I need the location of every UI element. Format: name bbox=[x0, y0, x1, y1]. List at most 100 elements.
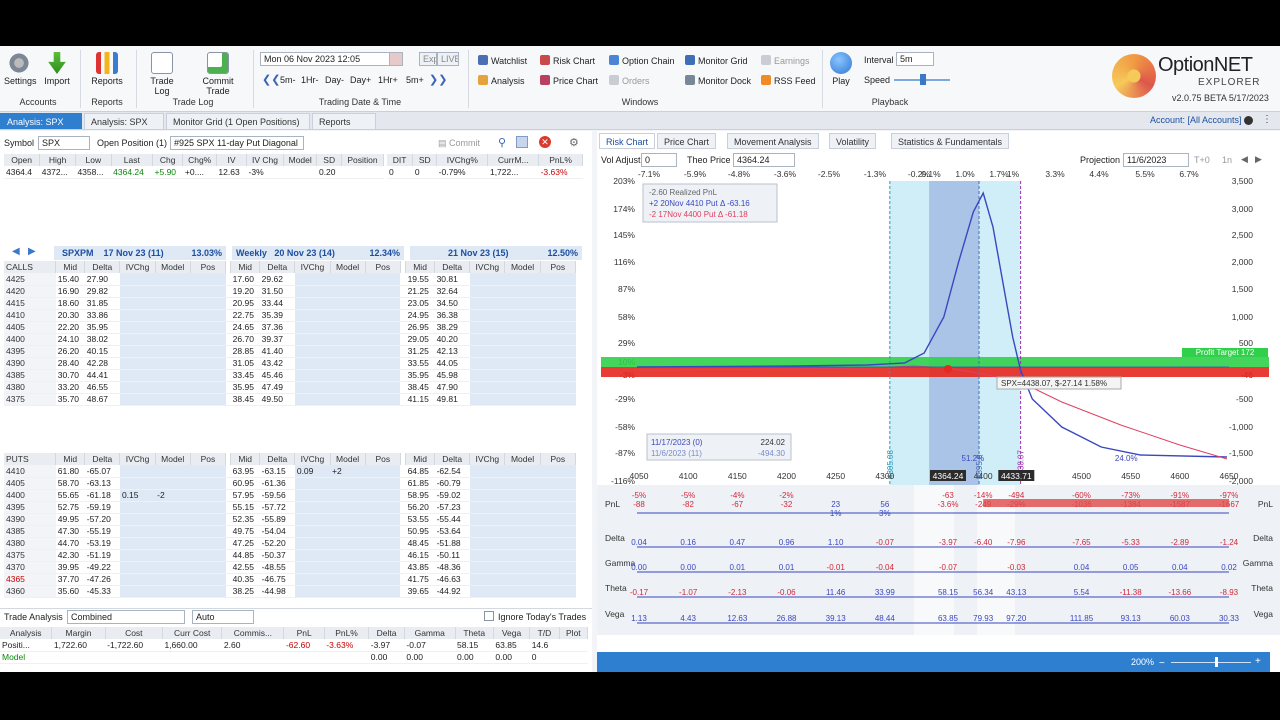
expiry-2-header[interactable]: Weekly 20 Nov 23 (14) 12.34% bbox=[232, 246, 404, 260]
option-cell[interactable]: 31.50 bbox=[259, 285, 295, 298]
option-cell[interactable]: 35.95 bbox=[405, 369, 435, 382]
option-cell[interactable] bbox=[155, 477, 191, 490]
option-cell[interactable]: -61.18 bbox=[84, 489, 120, 502]
option-cell[interactable]: -44.98 bbox=[259, 585, 295, 598]
option-row[interactable]: 4385 30.70 44.41 33.45 45.46 35.95 45.98 bbox=[4, 369, 576, 382]
column-header[interactable]: Pos bbox=[365, 453, 401, 465]
column-header[interactable]: IVChg bbox=[294, 261, 331, 273]
option-cell[interactable]: 31.25 bbox=[405, 345, 435, 358]
ignore-today-checkbox[interactable] bbox=[484, 611, 494, 621]
option-row[interactable]: 4415 18.60 31.85 20.95 33.44 23.05 34.50 bbox=[4, 297, 576, 310]
option-cell[interactable] bbox=[540, 369, 576, 382]
option-cell[interactable]: 31.85 bbox=[84, 297, 120, 310]
tab-volatility[interactable]: Volatility bbox=[829, 133, 877, 149]
option-cell[interactable] bbox=[540, 393, 576, 406]
option-cell[interactable] bbox=[119, 393, 156, 406]
option-cell[interactable]: 29.62 bbox=[259, 273, 295, 286]
option-cell[interactable] bbox=[504, 321, 541, 334]
option-cell[interactable]: 55.65 bbox=[55, 489, 85, 502]
option-cell[interactable]: 56.20 bbox=[405, 501, 435, 514]
option-cell[interactable] bbox=[330, 357, 366, 370]
zoom-slider[interactable] bbox=[1171, 662, 1251, 663]
option-cell[interactable] bbox=[540, 465, 576, 478]
option-cell[interactable]: 49.75 bbox=[230, 525, 260, 538]
speed-slider-thumb[interactable] bbox=[920, 74, 926, 85]
column-header[interactable]: High bbox=[39, 154, 76, 166]
option-cell[interactable] bbox=[540, 513, 576, 526]
option-cell[interactable] bbox=[155, 561, 191, 574]
option-cell[interactable]: 42.13 bbox=[434, 345, 470, 358]
rewind-icon[interactable]: ❮❮ bbox=[262, 73, 280, 86]
option-cell[interactable]: -2 bbox=[155, 489, 191, 502]
column-header[interactable]: Open bbox=[4, 154, 41, 166]
option-cell[interactable] bbox=[504, 561, 541, 574]
option-cell[interactable] bbox=[119, 525, 156, 538]
next-date-icon[interactable]: ▶ bbox=[1255, 154, 1262, 165]
column-header[interactable]: Mid bbox=[230, 261, 261, 273]
column-header[interactable]: Mid bbox=[405, 453, 436, 465]
option-cell[interactable] bbox=[540, 333, 576, 346]
interval-select[interactable]: 5m bbox=[896, 52, 934, 66]
column-header[interactable]: Gamma bbox=[404, 627, 456, 639]
option-row[interactable]: 4395 26.20 40.15 28.85 41.40 31.25 42.13 bbox=[4, 345, 576, 358]
option-cell[interactable]: 39.95 bbox=[55, 561, 85, 574]
option-row[interactable]: 4390 28.40 42.28 31.05 43.42 33.55 44.05 bbox=[4, 357, 576, 370]
option-row[interactable]: 4380 33.20 46.55 35.95 47.49 38.45 47.90 bbox=[4, 381, 576, 394]
option-cell[interactable] bbox=[119, 573, 156, 586]
column-header[interactable]: Curr Cost bbox=[162, 627, 223, 639]
option-cell[interactable] bbox=[294, 561, 331, 574]
option-cell[interactable]: 17.60 bbox=[230, 273, 260, 286]
option-row[interactable]: 4405 22.20 35.95 24.65 37.36 26.95 38.29 bbox=[4, 321, 576, 334]
option-cell[interactable] bbox=[294, 537, 331, 550]
option-cell[interactable] bbox=[330, 489, 366, 502]
option-cell[interactable] bbox=[119, 381, 156, 394]
option-cell[interactable] bbox=[504, 477, 541, 490]
option-cell[interactable]: 20.30 bbox=[55, 309, 85, 322]
option-cell[interactable] bbox=[190, 297, 226, 310]
fast-forward-icon[interactable]: ❯❯ bbox=[429, 73, 447, 86]
option-cell[interactable] bbox=[190, 285, 226, 298]
option-cell[interactable] bbox=[469, 513, 505, 526]
option-cell[interactable] bbox=[155, 333, 191, 346]
option-cell[interactable]: -47.26 bbox=[84, 573, 120, 586]
projection-date-input[interactable]: 11/6/2023 bbox=[1123, 153, 1189, 167]
option-cell[interactable] bbox=[294, 357, 331, 370]
option-cell[interactable]: 48.45 bbox=[405, 537, 435, 550]
option-cell[interactable] bbox=[504, 393, 541, 406]
option-row[interactable]: 4395 52.75 -59.19 55.15 -57.72 56.20 -57.23 bbox=[4, 501, 576, 514]
option-cell[interactable] bbox=[469, 285, 505, 298]
option-cell[interactable]: 42.28 bbox=[84, 357, 120, 370]
option-cell[interactable] bbox=[330, 393, 366, 406]
option-cell[interactable] bbox=[469, 321, 505, 334]
option-cell[interactable]: -65.07 bbox=[84, 465, 120, 478]
option-cell[interactable] bbox=[504, 381, 541, 394]
option-row[interactable]: 4400 55.65 -61.18 0.15 -2 57.95 -59.56 58.95 -59… bbox=[4, 489, 576, 502]
option-cell[interactable] bbox=[469, 501, 505, 514]
option-cell[interactable] bbox=[540, 477, 576, 490]
step-5m-back[interactable]: 5m- bbox=[280, 75, 296, 85]
option-cell[interactable] bbox=[155, 381, 191, 394]
option-cell[interactable] bbox=[294, 513, 331, 526]
option-cell[interactable]: 22.75 bbox=[230, 309, 260, 322]
option-cell[interactable] bbox=[330, 333, 366, 346]
tab-monitor-grid[interactable]: Monitor Grid (1 Open Positions) bbox=[166, 113, 310, 129]
option-cell[interactable] bbox=[294, 585, 331, 598]
option-cell[interactable] bbox=[119, 285, 156, 298]
option-cell[interactable] bbox=[155, 525, 191, 538]
option-cell[interactable] bbox=[365, 357, 401, 370]
column-header[interactable]: T/D bbox=[529, 627, 560, 639]
column-header[interactable]: Model bbox=[504, 261, 541, 273]
option-cell[interactable] bbox=[119, 501, 156, 514]
option-cell[interactable]: 48.67 bbox=[84, 393, 120, 406]
option-cell[interactable] bbox=[365, 369, 401, 382]
option-cell[interactable] bbox=[540, 561, 576, 574]
option-cell[interactable]: 24.10 bbox=[55, 333, 85, 346]
column-header[interactable]: Mid bbox=[405, 261, 436, 273]
option-cell[interactable]: 45.46 bbox=[259, 369, 295, 382]
option-cell[interactable] bbox=[119, 585, 156, 598]
option-cell[interactable] bbox=[365, 285, 401, 298]
settings-button[interactable]: Settings bbox=[4, 52, 37, 86]
option-cell[interactable]: 19.20 bbox=[230, 285, 260, 298]
option-cell[interactable] bbox=[469, 573, 505, 586]
option-cell[interactable] bbox=[294, 309, 331, 322]
